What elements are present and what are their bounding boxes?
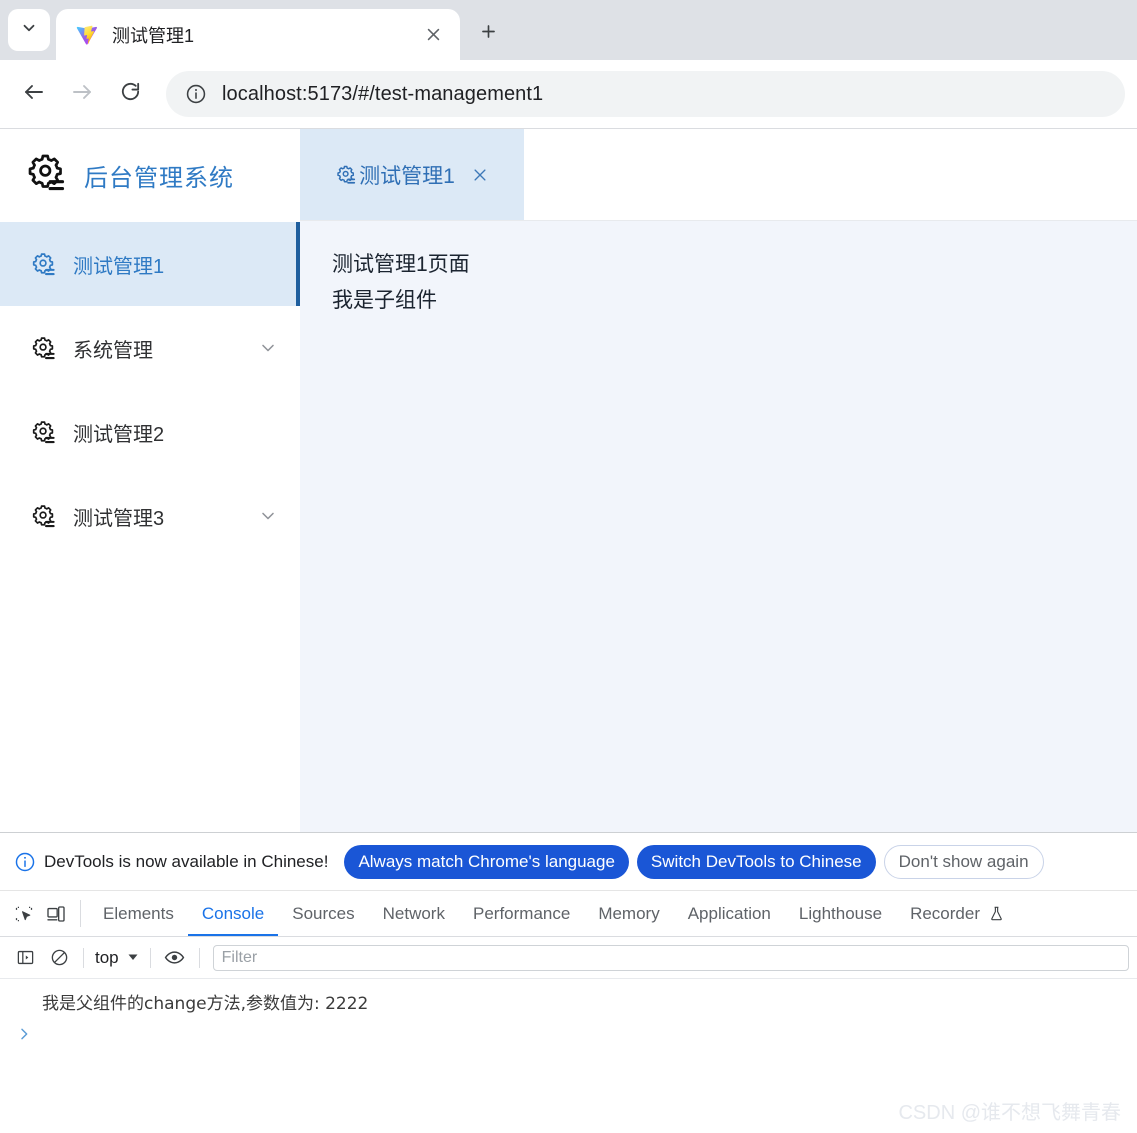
console-message: 我是父组件的change方法,参数值为: 2222 xyxy=(42,994,369,1014)
devtools-tab-sources[interactable]: Sources xyxy=(278,891,368,936)
browser-toolbar: localhost:5173/#/test-management1 xyxy=(0,60,1137,128)
gear-settings-icon xyxy=(24,151,68,200)
devtools-tab-application[interactable]: Application xyxy=(674,891,785,936)
devtools-tab-elements[interactable]: Elements xyxy=(89,891,188,936)
chevron-down-icon[interactable] xyxy=(258,506,278,526)
switch-devtools-to-chinese-button[interactable]: Switch DevTools to Chinese xyxy=(636,844,876,879)
close-icon[interactable] xyxy=(420,22,446,48)
console-filter-input[interactable]: Filter xyxy=(212,944,1129,971)
info-circle-icon xyxy=(14,851,36,873)
sidebar-item-test-management-2[interactable]: 测试管理2 xyxy=(0,390,300,474)
tab-search-button[interactable] xyxy=(8,9,50,51)
devtools-tab-performance[interactable]: Performance xyxy=(459,891,584,936)
address-bar-url: localhost:5173/#/test-management1 xyxy=(222,82,544,105)
console-context-selector[interactable]: top xyxy=(91,948,143,968)
reload-icon xyxy=(119,80,142,108)
info-circle-icon[interactable] xyxy=(182,80,210,108)
sidebar-menu: 测试管理1 系统管理 测试管理2 测试管理3 xyxy=(0,222,300,832)
console-prompt[interactable] xyxy=(0,1014,1137,1047)
console-sidebar-icon[interactable] xyxy=(8,943,42,973)
device-toolbar-icon[interactable] xyxy=(40,891,72,936)
back-button[interactable] xyxy=(12,72,56,116)
console-filter-bar: top Filter xyxy=(0,937,1137,979)
new-tab-button[interactable] xyxy=(468,14,508,54)
app-tab-label: 测试管理1 xyxy=(359,164,455,188)
gear-settings-icon xyxy=(30,335,57,362)
notice-text: DevTools is now available in Chinese! xyxy=(44,851,329,871)
inspect-element-icon[interactable] xyxy=(8,891,40,936)
content-line-title: 测试管理1页面 xyxy=(332,253,470,276)
devtools-tab-lighthouse[interactable]: Lighthouse xyxy=(785,891,896,936)
app-content-column: 测试管理1 测试管理1页面 我是子组件 xyxy=(300,129,1137,832)
sidebar-item-label: 测试管理1 xyxy=(73,255,165,278)
browser-tab[interactable]: 测试管理1 xyxy=(56,9,460,60)
devtools-tab-memory[interactable]: Memory xyxy=(584,891,673,936)
app-sidebar: 后台管理系统 测试管理1 系统管理 测试管理2 测试管理3 xyxy=(0,129,300,832)
watermark: CSDN @谁不想飞舞青春 xyxy=(898,1102,1121,1124)
app-brand: 后台管理系统 xyxy=(0,129,300,222)
sidebar-item-label: 测试管理3 xyxy=(73,507,165,530)
app-title: 后台管理系统 xyxy=(84,165,234,192)
flask-icon xyxy=(988,905,1005,922)
dont-show-again-button[interactable]: Don't show again xyxy=(883,844,1044,879)
filterbar-divider xyxy=(83,947,84,968)
address-bar[interactable]: localhost:5173/#/test-management1 xyxy=(166,71,1125,117)
content-line-subcomponent: 我是子组件 xyxy=(332,289,437,312)
filterbar-divider-2 xyxy=(149,947,151,968)
chevron-down-icon xyxy=(20,19,38,42)
browser-tab-strip: 测试管理1 xyxy=(0,0,1137,60)
gear-settings-icon xyxy=(335,164,357,186)
arrow-right-icon xyxy=(70,80,94,109)
sidebar-item-label: 测试管理2 xyxy=(73,423,165,446)
console-context-label: top xyxy=(95,947,119,967)
browser-tab-title: 测试管理1 xyxy=(112,25,195,46)
page-content: 测试管理1页面 我是子组件 xyxy=(300,221,1137,832)
chevron-right-icon xyxy=(16,1026,32,1046)
gear-settings-icon xyxy=(30,419,57,446)
sidebar-item-test-management-1[interactable]: 测试管理1 xyxy=(0,222,300,306)
app-tab-bar: 测试管理1 xyxy=(300,129,1137,221)
reload-button[interactable] xyxy=(108,72,152,116)
forward-button[interactable] xyxy=(60,72,104,116)
filterbar-divider-3 xyxy=(198,947,200,968)
arrow-left-icon xyxy=(22,80,46,109)
clear-console-icon[interactable] xyxy=(42,943,76,973)
gear-settings-icon xyxy=(30,503,57,530)
devtools-tab-recorder-label: Recorder xyxy=(910,903,980,923)
plus-icon xyxy=(479,22,498,46)
devtools-panel: DevTools is now available in Chinese! Al… xyxy=(0,832,1137,1133)
devtools-language-notice: DevTools is now available in Chinese! Al… xyxy=(0,833,1137,891)
devtools-tab-recorder[interactable]: Recorder xyxy=(896,891,1019,936)
close-icon[interactable] xyxy=(471,166,489,184)
sidebar-item-label: 系统管理 xyxy=(73,339,153,362)
triangle-down-icon xyxy=(127,948,139,968)
web-page-viewport: 后台管理系统 测试管理1 系统管理 测试管理2 测试管理3 测试管理1 测试管理… xyxy=(0,128,1137,832)
devtools-tab-network[interactable]: Network xyxy=(369,891,459,936)
toolbar-divider xyxy=(80,900,81,927)
gear-settings-icon xyxy=(30,251,57,278)
live-expression-eye-icon[interactable] xyxy=(158,943,192,973)
vite-logo-icon xyxy=(76,24,98,46)
devtools-tab-console[interactable]: Console xyxy=(188,891,278,936)
chevron-down-icon[interactable] xyxy=(258,338,278,358)
app-tab-test-management-1[interactable]: 测试管理1 xyxy=(300,129,524,220)
always-match-chrome-language-button[interactable]: Always match Chrome's language xyxy=(344,844,629,879)
console-output[interactable]: 我是父组件的change方法,参数值为: 2222 CSDN @谁不想飞舞青春 xyxy=(0,979,1137,1133)
devtools-tab-bar: Elements Console Sources Network Perform… xyxy=(0,891,1137,937)
sidebar-item-test-management-3[interactable]: 测试管理3 xyxy=(0,474,300,558)
sidebar-item-system-management[interactable]: 系统管理 xyxy=(0,306,300,390)
